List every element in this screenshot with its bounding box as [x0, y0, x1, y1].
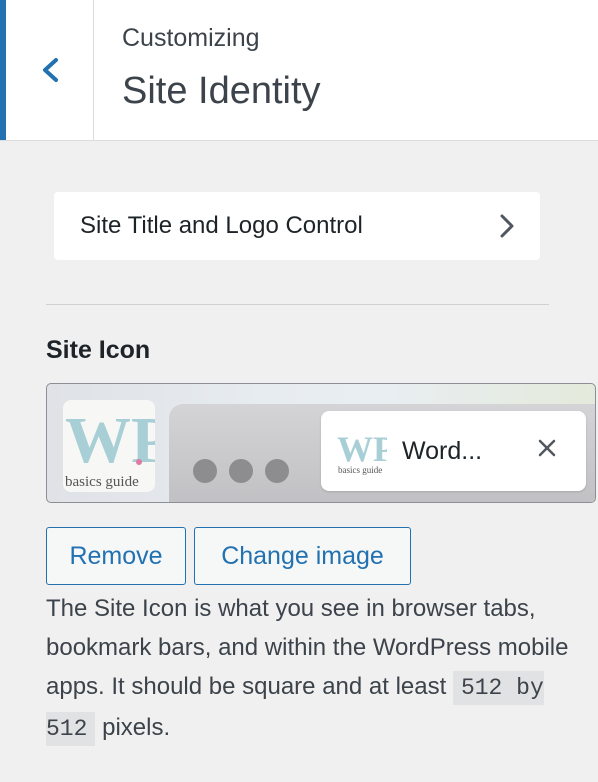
site-icon-preview: WP basics guide WP basics guide Word...	[46, 383, 596, 503]
chevron-right-icon	[500, 214, 514, 238]
back-button[interactable]	[6, 0, 94, 140]
divider	[46, 304, 549, 305]
browser-tab: WP basics guide Word...	[321, 411, 586, 491]
section-button-label: Site Title and Logo Control	[80, 212, 363, 239]
change-image-button[interactable]: Change image	[194, 527, 411, 585]
wp-basics-logo-icon: WP basics guide	[337, 429, 395, 475]
svg-text:basics guide: basics guide	[65, 474, 139, 490]
window-dot-icon	[193, 459, 217, 483]
panel-title: Site Identity	[122, 70, 321, 112]
window-dot-icon	[265, 459, 289, 483]
site-icon-description: The Site Icon is what you see in browser…	[46, 589, 586, 749]
window-dot-icon	[229, 459, 253, 483]
chevron-left-icon	[42, 58, 58, 82]
customizer-header: Customizing Site Identity	[0, 0, 598, 141]
description-text-end: pixels.	[95, 714, 171, 741]
site-icon-heading: Site Icon	[46, 336, 151, 364]
site-icon-large: WP basics guide	[63, 400, 155, 492]
close-icon[interactable]	[532, 433, 562, 463]
svg-text:WP: WP	[337, 429, 387, 469]
svg-text:basics guide: basics guide	[338, 465, 382, 475]
customizing-label: Customizing	[122, 24, 260, 52]
site-icon-small: WP basics guide	[337, 427, 395, 477]
remove-button[interactable]: Remove	[46, 527, 186, 585]
tab-title: Word...	[402, 437, 483, 465]
wp-basics-logo-icon: WP basics guide	[65, 404, 155, 490]
svg-text:WP: WP	[65, 404, 155, 477]
site-title-logo-section-button[interactable]: Site Title and Logo Control	[54, 192, 540, 260]
